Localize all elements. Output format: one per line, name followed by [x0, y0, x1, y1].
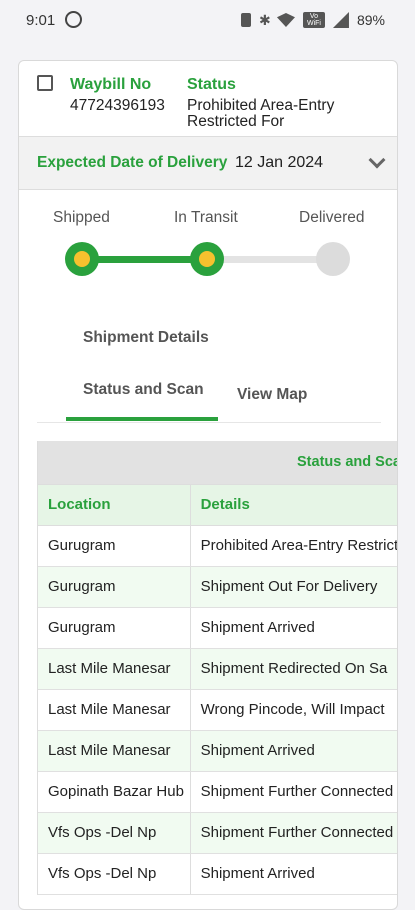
step-shipped: Shipped — [53, 209, 110, 226]
table-row: Gurugram Shipment Out For Delivery — [38, 567, 397, 608]
table-row: Vfs Ops -Del Np Shipment Arrived — [38, 854, 397, 895]
table-row: Vfs Ops -Del Np Shipment Further Connecte… — [38, 813, 397, 854]
chevron-down-icon[interactable] — [368, 151, 386, 169]
vibrate-icon — [240, 13, 251, 27]
table-row: Last Mile Manesar Shipment Redirected On … — [38, 649, 397, 690]
tab-divider — [37, 422, 381, 423]
step-node-shipped — [65, 242, 99, 276]
scan-table[interactable]: Status and Scan Location Details Gurugra… — [37, 441, 398, 895]
whatsapp-icon — [65, 11, 82, 28]
cell-details: Shipment Arrived — [200, 865, 315, 882]
scan-table-header: Location Details — [38, 484, 397, 526]
column-header-details: Details — [200, 496, 250, 513]
table-row: Last Mile Manesar Wrong Pincode, Will Imp… — [38, 690, 397, 731]
status-icons: ✱ Vo WiFi 89% — [240, 12, 385, 28]
edd-label: Expected Date of Delivery — [37, 154, 228, 171]
signal-icon — [332, 12, 349, 28]
cell-location: Gopinath Bazar Hub — [38, 772, 191, 812]
wifi-icon — [276, 13, 295, 27]
cell-location: Vfs Ops -Del Np — [38, 854, 191, 894]
table-row: Last Mile Manesar Shipment Arrived — [38, 731, 397, 772]
tab-view-map[interactable]: View Map — [237, 386, 307, 404]
waybill-label: Waybill No — [70, 76, 152, 93]
step-node-in-transit — [190, 242, 224, 276]
edd-value: 12 Jan 2024 — [235, 154, 324, 171]
select-checkbox[interactable] — [37, 75, 53, 91]
cell-details: Prohibited Area-Entry Restricted For — [200, 537, 398, 554]
shipment-header: Waybill No 47724396193 Status Prohibited… — [19, 61, 397, 136]
waybill-number: 47724396193 — [70, 97, 165, 114]
expected-delivery-row[interactable]: Expected Date of Delivery 12 Jan 2024 — [19, 136, 397, 190]
tab-status-and-scan[interactable]: Status and Scan — [83, 381, 204, 399]
cell-details: Wrong Pincode, Will Impact — [200, 701, 385, 718]
bluetooth-icon: ✱ — [258, 12, 271, 28]
status-label: Status — [187, 76, 236, 93]
cell-location: Last Mile Manesar — [38, 731, 191, 771]
active-tab-indicator — [66, 417, 218, 421]
scan-table-title: Status and Scan — [297, 454, 397, 470]
clock: 9:01 — [26, 12, 56, 29]
column-header-location: Location — [38, 485, 191, 525]
cell-details: Shipment Arrived — [200, 619, 315, 636]
cell-location: Last Mile Manesar — [38, 690, 191, 730]
cell-details: Shipment Further Connected — [200, 783, 394, 800]
cell-details: Shipment Redirected On Sa — [200, 660, 388, 677]
shipment-card: Waybill No 47724396193 Status Prohibited… — [18, 60, 398, 910]
step-node-delivered — [316, 242, 350, 276]
cell-details: Shipment Further Connected — [200, 824, 394, 841]
step-delivered: Delivered — [299, 209, 365, 226]
cell-details: Shipment Out For Delivery — [200, 578, 378, 595]
table-row: Gurugram Prohibited Area-Entry Restricted… — [38, 526, 398, 567]
cell-location: Gurugram — [38, 567, 191, 607]
cell-location: Last Mile Manesar — [38, 649, 191, 689]
scan-table-title-bar: Status and Scan — [38, 441, 397, 484]
cell-location: Vfs Ops -Del Np — [38, 813, 191, 853]
status-value: Prohibited Area-Entry Restricted For — [187, 97, 335, 130]
table-row: Gopinath Bazar Hub Shipment Further Conne… — [38, 772, 397, 813]
battery-level: 89% — [356, 12, 385, 28]
table-row: Gurugram Shipment Arrived — [38, 608, 397, 649]
tab-shipment-details[interactable]: Shipment Details — [83, 329, 209, 347]
progress-track-pending — [207, 256, 332, 263]
status-bar: 9:01 ✱ Vo WiFi 89% — [0, 0, 415, 44]
cell-details: Shipment Arrived — [200, 742, 315, 759]
volte-icon: Vo WiFi — [302, 12, 325, 28]
cell-location: Gurugram — [38, 608, 191, 648]
scan-table-body: Gurugram Prohibited Area-Entry Restricted… — [38, 526, 398, 895]
cell-location: Gurugram — [38, 526, 191, 566]
step-in-transit: In Transit — [174, 209, 238, 226]
